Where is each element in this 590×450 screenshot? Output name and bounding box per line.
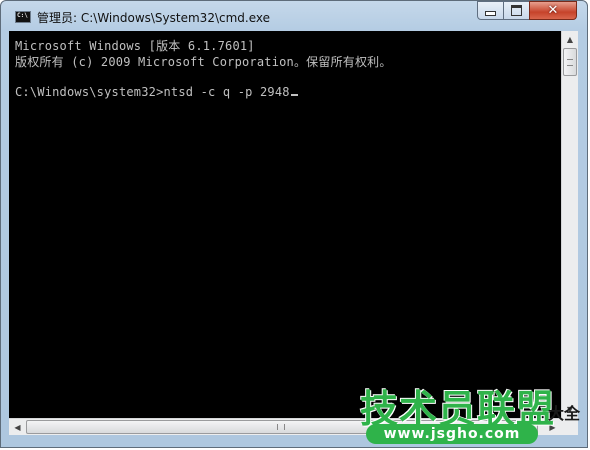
close-icon: ✕: [547, 3, 559, 18]
prompt-text: C:\Windows\system32>ntsd -c q -p 2948: [15, 85, 290, 99]
window-title: 管理员: C:\Windows\System32\cmd.exe: [37, 11, 270, 25]
minimize-icon: [485, 11, 496, 16]
prompt-line[interactable]: C:\Windows\system32>ntsd -c q -p 2948: [15, 85, 298, 99]
vertical-scrollbar[interactable]: ▲ ▼: [561, 31, 578, 418]
console-line: 版权所有 (c) 2009 Microsoft Corporation。保留所有…: [15, 55, 392, 69]
title-bar[interactable]: 管理员: C:\Windows\System32\cmd.exe ✕: [1, 1, 587, 31]
arrow-left-icon: ◀: [14, 422, 21, 432]
maximize-icon: [511, 5, 522, 16]
watermark-url: www.jsgho.com: [366, 424, 538, 444]
maximize-button[interactable]: [503, 1, 530, 20]
watermark-side-text: 大全: [548, 404, 581, 423]
console-area[interactable]: Microsoft Windows [版本 6.1.7601] 版权所有 (c)…: [9, 31, 561, 418]
close-button[interactable]: ✕: [529, 1, 577, 20]
cmd-icon[interactable]: [15, 11, 31, 23]
scroll-up-button[interactable]: ▲: [562, 31, 578, 48]
vertical-scroll-thumb[interactable]: [563, 48, 577, 76]
watermark-logo: 技术员联盟 大全 www.jsgho.com: [360, 378, 590, 448]
console-line: Microsoft Windows [版本 6.1.7601]: [15, 39, 255, 53]
scroll-left-button[interactable]: ◀: [9, 419, 26, 435]
arrow-up-icon: ▲: [566, 35, 574, 44]
minimize-button[interactable]: [477, 1, 504, 20]
text-cursor: [290, 94, 298, 96]
